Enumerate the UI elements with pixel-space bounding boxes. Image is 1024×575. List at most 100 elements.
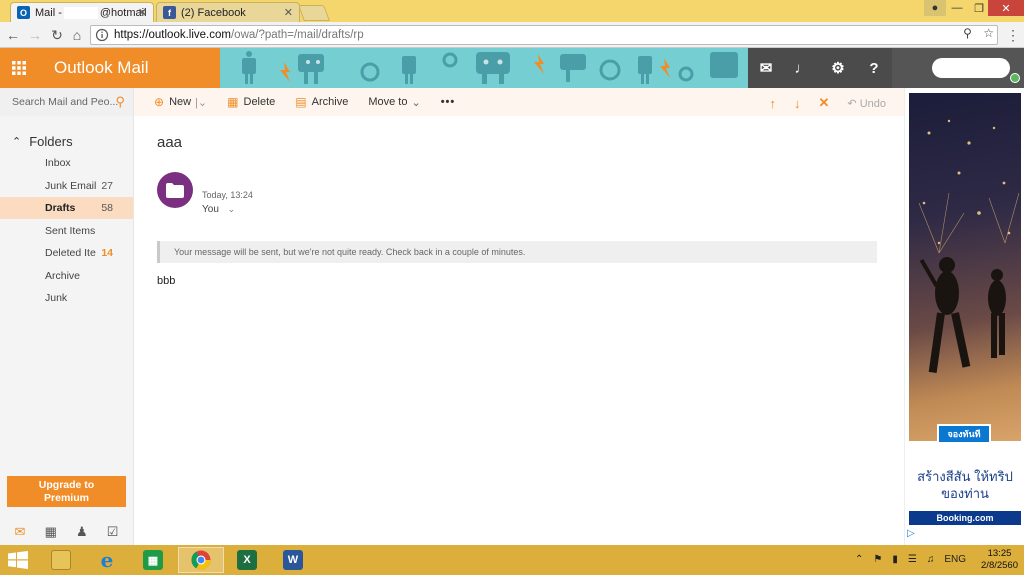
tab-label: Mail - xyxy=(35,6,62,19)
battery-icon[interactable]: ▮ xyxy=(892,554,898,565)
chevron-up-icon: ⌃ xyxy=(12,136,22,148)
ad-pane: จองทันที สร้างสีสัน ให้ทริป ของท่าน Book… xyxy=(904,88,1024,545)
search-box[interactable]: Search Mail and Peo... ⚲ xyxy=(0,88,134,116)
windows-start-icon[interactable] xyxy=(8,551,28,569)
system-clock[interactable]: 13:25 2/8/2560 xyxy=(981,548,1018,572)
folder-junk-email[interactable]: Junk Email 27 xyxy=(0,175,133,197)
chat-icon[interactable]: ✉ xyxy=(748,48,784,88)
delete-button[interactable]: ▦ Delete xyxy=(227,95,275,109)
new-button[interactable]: ⊕ New |⌄ xyxy=(154,95,207,109)
language-indicator[interactable]: ENG xyxy=(944,554,966,565)
chevron-down-icon: ⌄ xyxy=(411,96,421,109)
tab-close-icon[interactable]: ✕ xyxy=(138,6,147,19)
archive-icon: ▤ xyxy=(295,95,307,109)
redacted-username xyxy=(932,58,1010,78)
taskbar-internet-explorer[interactable]: e xyxy=(84,547,130,573)
ad-brand-logo[interactable]: Booking.com xyxy=(909,511,1021,525)
tab-label: (2) Facebook xyxy=(181,6,246,19)
folder-icon xyxy=(166,182,184,198)
taskbar-chrome[interactable] xyxy=(178,547,224,573)
profile-icon[interactable]: ● xyxy=(924,0,946,16)
info-icon[interactable] xyxy=(95,28,109,42)
ad-headline[interactable]: สร้างสีสัน ให้ทริป ของท่าน xyxy=(909,468,1021,502)
taskbar-excel[interactable]: X xyxy=(224,547,270,573)
taskbar: e ▦ X W ⌃ ⚑ ▮ ☰ ♫ ENG 13:25 2/8/2560 xyxy=(0,545,1024,575)
tab-facebook[interactable]: f (2) Facebook ✕ xyxy=(156,2,300,22)
star-icon[interactable]: ☆ xyxy=(983,26,994,40)
ad-book-now-button[interactable]: จองทันที xyxy=(937,424,991,444)
taskbar-file-explorer[interactable] xyxy=(38,547,84,573)
unread-count: 58 xyxy=(101,202,113,214)
folder-icon xyxy=(51,550,71,570)
url-text: https://outlook.live.com/owa/?path=/mail… xyxy=(114,29,364,41)
tasks-icon[interactable]: ☑ xyxy=(107,524,119,540)
folder-deleted-items[interactable]: Deleted Ite 14 xyxy=(0,242,133,264)
app-launcher-icon[interactable] xyxy=(0,48,38,88)
home-icon[interactable]: ⌂ xyxy=(68,26,86,44)
restore-icon[interactable]: ❐ xyxy=(968,0,990,16)
unread-count: 14 xyxy=(101,247,113,259)
sender-avatar xyxy=(157,172,193,208)
archive-button[interactable]: ▤ Archive xyxy=(295,95,348,109)
info-notice: Your message will be sent, but we're not… xyxy=(157,241,877,263)
word-icon: W xyxy=(283,550,303,570)
folders-header[interactable]: ⌃ Folders xyxy=(12,134,73,149)
mail-icon[interactable]: ✉ xyxy=(15,524,26,540)
expand-icon[interactable]: ⌄ xyxy=(228,204,236,214)
unread-count: 27 xyxy=(101,180,113,192)
reload-icon[interactable]: ↻ xyxy=(48,26,66,44)
outlook-favicon-icon: O xyxy=(17,6,30,19)
back-icon[interactable]: ← xyxy=(4,26,22,44)
help-icon[interactable]: ? xyxy=(856,48,892,88)
folder-junk[interactable]: Junk xyxy=(0,287,133,309)
header-actions: ✉ ♩ ⚙ ? xyxy=(748,48,892,88)
move-to-button[interactable]: Move to ⌄ xyxy=(368,96,420,109)
app-brand-title[interactable]: Outlook Mail xyxy=(38,48,220,88)
new-tab-button[interactable] xyxy=(298,5,330,21)
wifi-icon[interactable]: ☰ xyxy=(908,554,917,565)
taskbar-word[interactable]: W xyxy=(270,547,316,573)
calendar-icon[interactable]: ▦ xyxy=(45,524,57,540)
plus-circle-icon: ⊕ xyxy=(154,95,165,109)
bell-icon[interactable]: ♩ xyxy=(784,48,820,88)
undo-button[interactable]: ↶ Undo xyxy=(847,97,886,110)
url-field[interactable]: https://outlook.live.com/owa/?path=/mail… xyxy=(90,25,998,45)
menu-icon[interactable]: ⋮ xyxy=(1004,26,1022,44)
flag-icon[interactable]: ⚑ xyxy=(873,554,882,565)
arrow-up-icon[interactable]: ↑ xyxy=(770,96,777,111)
folder-inbox[interactable]: Inbox xyxy=(0,152,133,174)
folder-drafts[interactable]: Drafts 58 xyxy=(0,197,133,219)
folder-sent-items[interactable]: Sent Items xyxy=(0,220,133,242)
facebook-favicon-icon: f xyxy=(163,6,176,19)
window-close-icon[interactable]: ✕ xyxy=(988,0,1024,16)
forward-icon[interactable]: → xyxy=(26,26,44,44)
tab-close-icon[interactable]: ✕ xyxy=(284,6,293,19)
arrow-down-icon[interactable]: ↓ xyxy=(794,96,801,111)
close-icon[interactable]: ✕ xyxy=(819,95,830,111)
chevron-down-icon[interactable]: |⌄ xyxy=(195,96,207,109)
tab-outlook-mail[interactable]: O Mail - @hotmail ✕ xyxy=(10,2,154,22)
message-recipients[interactable]: You ⌄ xyxy=(202,204,235,215)
chrome-icon xyxy=(191,550,211,570)
command-bar-right: ↑ ↓ ✕ ↶ Undo xyxy=(752,95,886,111)
tray-chevron-up-icon[interactable]: ⌃ xyxy=(855,554,863,565)
message-subject: aaa xyxy=(157,134,183,151)
key-icon[interactable]: ⚲ xyxy=(963,26,972,40)
ie-icon: e xyxy=(100,548,114,572)
presence-status-icon xyxy=(1010,73,1020,83)
volume-icon[interactable]: ♫ xyxy=(927,554,935,565)
upgrade-premium-button[interactable]: Upgrade to Premium xyxy=(7,476,126,507)
gear-icon[interactable]: ⚙ xyxy=(820,48,856,88)
ad-image[interactable] xyxy=(909,93,1021,441)
trash-icon: ▦ xyxy=(227,95,239,109)
search-icon[interactable]: ⚲ xyxy=(115,94,125,110)
people-icon[interactable]: ♟ xyxy=(76,524,88,540)
message-timestamp: Today, 13:24 xyxy=(202,190,253,200)
account-menu[interactable] xyxy=(892,48,1024,88)
folder-archive[interactable]: Archive xyxy=(0,265,133,287)
more-actions-button[interactable]: ••• xyxy=(441,96,456,108)
search-input[interactable]: Search Mail and Peo... xyxy=(12,96,118,108)
adchoices-icon[interactable]: ▷ xyxy=(907,528,915,539)
taskbar-store[interactable]: ▦ xyxy=(130,547,176,573)
minimize-icon[interactable]: — xyxy=(946,0,968,16)
